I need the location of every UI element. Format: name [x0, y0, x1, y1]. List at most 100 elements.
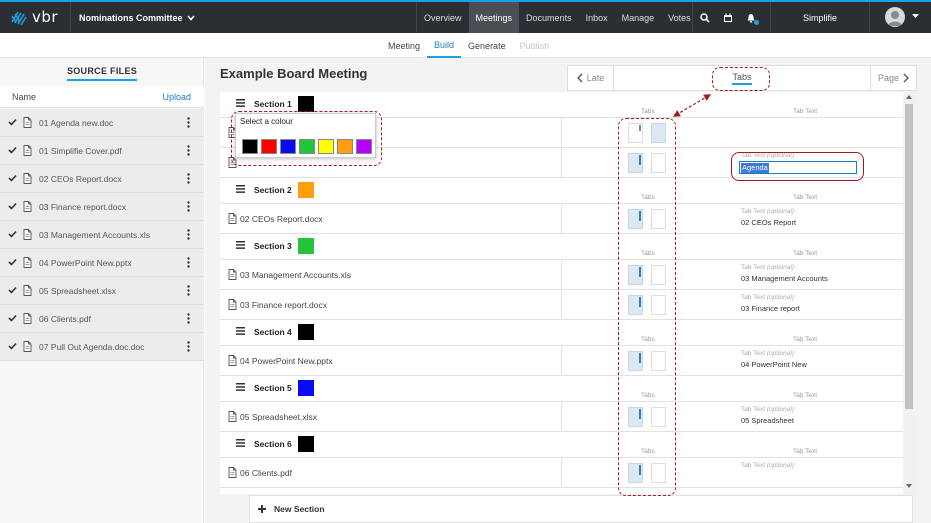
app-logo[interactable]: vbr — [10, 8, 58, 26]
tab-text-optional: (optional) — [766, 462, 795, 469]
tab-text-column-header: Tab Text — [793, 336, 818, 343]
list-item[interactable]: 05 Spreadsheet.xlsx — [0, 277, 204, 305]
scroll-up-icon[interactable] — [906, 94, 912, 99]
tab-generate[interactable]: Generate — [461, 33, 513, 58]
list-item[interactable]: 02 CEOs Report.docx — [0, 165, 204, 193]
chevron-left-icon — [576, 73, 583, 83]
nav-documents[interactable]: Documents — [519, 2, 579, 33]
section-colour-swatch[interactable] — [298, 324, 314, 340]
file-menu-button[interactable] — [187, 257, 190, 270]
nav-overview[interactable]: Overview — [417, 2, 469, 33]
file-menu-button[interactable] — [187, 145, 190, 158]
user-name[interactable]: Simplifie — [770, 2, 870, 33]
document-icon — [23, 313, 32, 324]
pager-prev-button[interactable]: Late — [568, 66, 614, 90]
calendar-button[interactable] — [716, 2, 739, 33]
file-name: 06 Clients.pdf — [39, 314, 91, 324]
tab-text-value[interactable]: 02 CEOs Report — [741, 218, 796, 227]
section-colour-swatch[interactable] — [298, 182, 314, 198]
file-menu-button[interactable] — [187, 313, 190, 326]
pager-next-button[interactable]: Page — [870, 66, 916, 90]
section-drag-handle[interactable] — [236, 241, 245, 251]
calendar-icon — [723, 13, 732, 22]
document-row[interactable]: 06 Clients.pdf Tab Text (optional) — [220, 458, 903, 488]
section-label: Section 2 — [254, 185, 292, 195]
tabs-column-header: Tabs — [641, 108, 655, 115]
file-menu-button[interactable] — [187, 201, 190, 214]
document-row[interactable]: 05 Spreadsheet.xlsx Tab Text (optional) 05… — [220, 402, 903, 432]
document-row[interactable]: 04 PowerPoint New.pptx Tab Text (optional… — [220, 346, 903, 376]
tab-text-optional: (optional) — [766, 264, 795, 271]
list-item[interactable]: 01 Simplifie Cover.pdf — [0, 137, 204, 165]
section-colour-swatch[interactable] — [298, 96, 314, 112]
list-item[interactable]: 03 Finance report.docx — [0, 193, 204, 221]
section-row: Section 4 Tabs Tab Text — [220, 320, 903, 346]
nav-meetings[interactable]: Meetings — [468, 2, 520, 33]
tab-build[interactable]: Build — [427, 33, 462, 58]
committee-selector[interactable]: Nominations Committee — [70, 2, 195, 33]
section-label: Section 1 — [254, 99, 292, 109]
section-drag-handle[interactable] — [236, 439, 245, 449]
chevron-down-icon — [186, 14, 195, 21]
file-menu-button[interactable] — [187, 173, 190, 186]
list-item[interactable]: 04 PowerPoint New.pptx — [0, 249, 204, 277]
list-item[interactable]: 06 Clients.pdf — [0, 305, 204, 333]
tab-text-column-header: Tab Text — [793, 448, 818, 455]
scrollbar[interactable] — [904, 92, 914, 494]
scroll-down-icon[interactable] — [906, 484, 912, 489]
avatar[interactable] — [885, 7, 905, 27]
section-colour-swatch[interactable] — [298, 436, 314, 452]
source-files-panel: SOURCE FILES Name Upload 01 Agenda new.d… — [0, 58, 204, 523]
document-row[interactable]: 03 Finance report.docx Tab Text (optional… — [220, 290, 903, 320]
column-divider — [561, 148, 562, 178]
section-row: Section 6 Tabs Tab Text — [220, 432, 903, 458]
nav-manage[interactable]: Manage — [615, 2, 662, 33]
pager-next-label: Page — [877, 73, 900, 83]
hamburger-menu-icon — [236, 99, 245, 107]
list-item[interactable]: 07 Pull Out Agenda.doc.doc — [0, 333, 204, 361]
new-section-button[interactable]: New Section — [249, 495, 913, 523]
section-row: Section 2 Tabs Tab Text — [220, 178, 903, 204]
sub-nav: Meeting Build Generate Publish — [0, 33, 931, 58]
more-vertical-icon — [187, 285, 190, 296]
section-drag-handle[interactable] — [236, 185, 245, 195]
document-row[interactable]: 03 Management Accounts.xls Tab Text (opti… — [220, 260, 903, 290]
tab-text-value[interactable]: 04 PowerPoint New — [741, 360, 807, 369]
column-divider — [561, 290, 562, 320]
new-section-label: New Section — [274, 504, 325, 514]
document-icon — [228, 269, 237, 280]
document-row[interactable]: 02 CEOs Report.docx Tab Text (optional) 02… — [220, 204, 903, 234]
file-menu-button[interactable] — [187, 285, 190, 298]
tab-text-value[interactable]: 03 Finance report — [741, 304, 800, 313]
tab-meeting[interactable]: Meeting — [381, 33, 427, 58]
logo-text: vbr — [32, 8, 59, 26]
section-drag-handle[interactable] — [236, 383, 245, 393]
file-menu-button[interactable] — [187, 117, 190, 130]
notifications-button[interactable] — [739, 2, 762, 33]
file-menu-button[interactable] — [187, 229, 190, 242]
section-drag-handle[interactable] — [236, 99, 245, 109]
section-label: Section 3 — [254, 241, 292, 251]
section-colour-swatch[interactable] — [298, 380, 314, 396]
file-menu-button[interactable] — [187, 341, 190, 354]
caret-down-icon[interactable] — [912, 14, 919, 19]
tab-publish: Publish — [519, 40, 550, 51]
vbr-logo-icon — [11, 11, 27, 26]
file-name: 02 CEOs Report.docx — [39, 174, 122, 184]
tab-text-value[interactable]: 03 Management Accounts — [741, 274, 828, 283]
file-name: 01 Simplifie Cover.pdf — [39, 146, 122, 156]
scrollbar-thumb[interactable] — [905, 104, 913, 409]
list-item[interactable]: 01 Agenda new.doc — [0, 109, 204, 137]
annotation-colour-picker — [231, 111, 382, 166]
section-drag-handle[interactable] — [236, 327, 245, 337]
search-button[interactable] — [693, 2, 716, 33]
list-item[interactable]: 03 Management Accounts.xls — [0, 221, 204, 249]
tab-text-value[interactable]: 05 Spreadsheet — [741, 416, 794, 425]
tab-text-optional: (optional) — [766, 406, 795, 413]
checkmark-icon — [8, 202, 17, 210]
section-colour-swatch[interactable] — [298, 238, 314, 254]
name-column-header[interactable]: Name — [12, 92, 36, 102]
tab-text-optional: (optional) — [766, 350, 795, 357]
nav-inbox[interactable]: Inbox — [579, 2, 615, 33]
upload-link[interactable]: Upload — [162, 92, 191, 102]
